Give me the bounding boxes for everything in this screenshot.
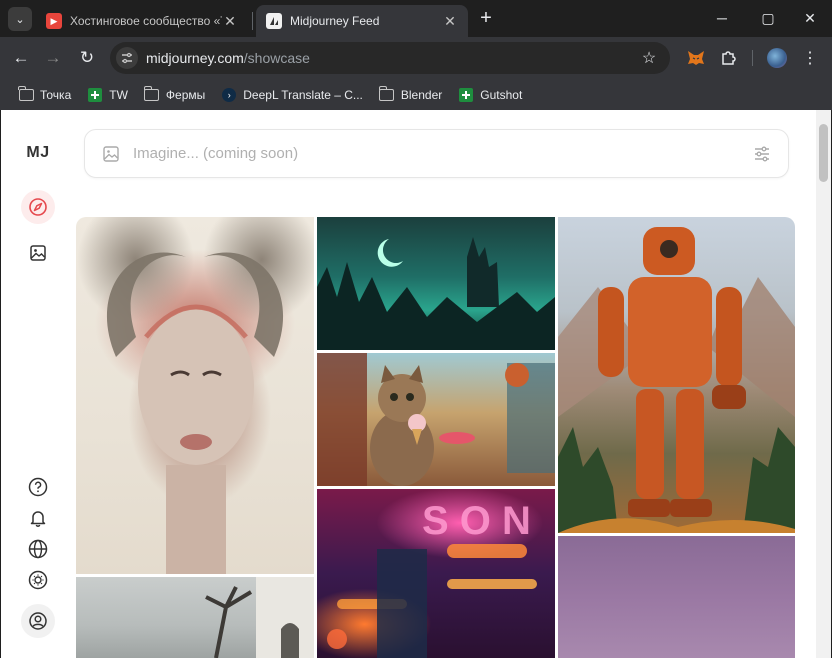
page-content: MJ Imagine... (coming soon) S O N xyxy=(1,110,831,658)
bookmark-label: Точка xyxy=(40,87,72,102)
help-icon xyxy=(28,477,48,497)
url-host: midjourney.com xyxy=(146,50,244,66)
midjourney-favicon-icon xyxy=(266,13,282,29)
gallery-image-horned-woman[interactable] xyxy=(76,217,314,574)
help-button[interactable] xyxy=(21,470,55,504)
tab-divider xyxy=(252,12,253,30)
bell-icon xyxy=(30,511,46,527)
gallery-image-purple-sky[interactable] xyxy=(558,536,795,658)
tab-search-button[interactable]: ⌄ xyxy=(8,7,32,31)
bookmark-label: Фермы xyxy=(165,87,206,102)
explore-button[interactable] xyxy=(21,190,55,224)
url-text: midjourney.com/showcase xyxy=(146,50,638,66)
browser-window: ⌄ ▶ Хостинговое сообщество «Tim ✕ Midjou… xyxy=(0,0,832,658)
bookmark-label: DeepL Translate – C... xyxy=(243,87,363,102)
back-button[interactable]: ← xyxy=(8,45,34,71)
site-info-icon[interactable] xyxy=(116,47,138,69)
folder-icon xyxy=(378,85,395,102)
notifications-button[interactable] xyxy=(21,501,55,535)
globe-icon xyxy=(28,539,48,559)
close-icon[interactable]: ✕ xyxy=(222,13,238,29)
showcase-gallery: S O N xyxy=(76,217,795,658)
bookmark-label: Blender xyxy=(400,87,443,102)
sheets-icon xyxy=(87,87,103,102)
tab-strip: ⌄ ▶ Хостинговое сообщество «Tim ✕ Midjou… xyxy=(0,0,832,37)
gallery-image-cat-icecream[interactable] xyxy=(317,353,555,486)
account-button[interactable] xyxy=(21,604,55,638)
theme-button[interactable] xyxy=(21,563,55,597)
sheets-icon xyxy=(458,87,474,102)
gallery-image-orange-robot[interactable] xyxy=(558,217,795,533)
bookmark-deepl[interactable]: › DeepL Translate – C... xyxy=(215,83,369,107)
my-images-button[interactable] xyxy=(21,236,55,270)
profile-avatar[interactable] xyxy=(765,46,789,70)
tab-title: Midjourney Feed xyxy=(290,14,380,28)
folder-icon xyxy=(18,85,34,102)
settings-sliders-icon[interactable] xyxy=(752,144,772,164)
gallery-image-moon-castle[interactable] xyxy=(317,217,555,350)
reload-icon: ↻ xyxy=(79,48,95,67)
bookmark-tw[interactable]: TW xyxy=(81,83,134,107)
more-vertical-icon: ⋮ xyxy=(802,50,818,67)
extensions-puzzle-icon[interactable] xyxy=(716,46,740,70)
brightness-icon xyxy=(28,570,48,590)
arrow-right-icon: → xyxy=(44,48,62,67)
arrow-left-icon: ← xyxy=(12,48,30,67)
url-path: /showcase xyxy=(243,50,310,66)
metamask-extension-icon[interactable] xyxy=(684,46,708,70)
forward-button[interactable]: → xyxy=(40,45,66,71)
bookmark-star-icon[interactable]: ☆ xyxy=(638,47,660,69)
close-icon[interactable]: ✕ xyxy=(442,13,458,29)
bookmark-gutshot[interactable]: Gutshot xyxy=(452,83,528,107)
folder-icon xyxy=(143,85,160,102)
gallery-image-neon-sign[interactable]: S O N xyxy=(317,489,555,658)
bookmark-blender[interactable]: Blender xyxy=(373,83,448,107)
tab-title: Хостинговое сообщество «Tim xyxy=(70,14,222,28)
account-icon xyxy=(29,612,47,630)
bookmark-tochka[interactable]: Точка xyxy=(12,83,77,107)
bookmarks-bar: Точка TW Фермы › DeepL Translate – C... … xyxy=(0,79,832,110)
page-scrollbar[interactable] xyxy=(816,110,831,658)
tab-midjourney-feed[interactable]: Midjourney Feed ✕ xyxy=(256,5,468,37)
imagine-placeholder[interactable]: Imagine... (coming soon) xyxy=(133,145,752,162)
address-bar[interactable]: midjourney.com/showcase ☆ xyxy=(110,42,670,74)
image-prompt-icon[interactable] xyxy=(101,144,121,164)
browser-toolbar: ← → ↻ midjourney.com/showcase ☆ ⋮ xyxy=(0,37,832,79)
app-sidebar: MJ xyxy=(1,110,75,658)
svg-text:S O N: S O N xyxy=(422,499,531,543)
minimize-button[interactable]: ─ xyxy=(700,0,744,36)
toolbar-divider xyxy=(752,50,753,66)
bookmark-label: TW xyxy=(109,87,128,102)
gallery-image-misty-tree[interactable] xyxy=(76,577,314,658)
deepl-icon: › xyxy=(221,87,237,102)
image-icon xyxy=(30,245,46,261)
bookmark-fermy[interactable]: Фермы xyxy=(138,83,211,107)
tab-timeweb[interactable]: ▶ Хостинговое сообщество «Tim ✕ xyxy=(36,5,248,37)
chevron-down-icon: ⌄ xyxy=(15,13,25,26)
new-tab-button[interactable]: + xyxy=(474,7,498,31)
maximize-button[interactable]: ▢ xyxy=(746,0,790,36)
language-button[interactable] xyxy=(21,532,55,566)
reload-button[interactable]: ↻ xyxy=(74,45,100,71)
imagine-bar[interactable]: Imagine... (coming soon) xyxy=(84,129,789,178)
mj-logo[interactable]: MJ xyxy=(21,144,55,162)
avatar-icon xyxy=(767,48,787,68)
scrollbar-thumb[interactable] xyxy=(819,124,828,182)
menu-button[interactable]: ⋮ xyxy=(798,46,822,70)
bookmark-label: Gutshot xyxy=(480,87,523,102)
window-close-button[interactable]: ✕ xyxy=(788,0,832,36)
timeweb-favicon-icon: ▶ xyxy=(46,13,62,29)
compass-icon xyxy=(29,198,47,216)
